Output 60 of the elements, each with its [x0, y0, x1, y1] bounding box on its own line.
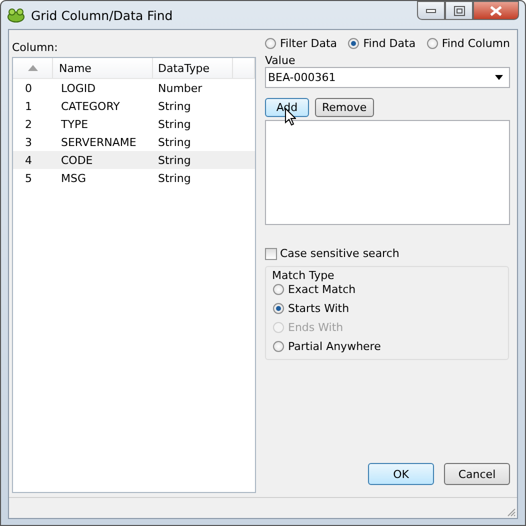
sort-up-icon: [28, 65, 38, 71]
checkbox-label: Case sensitive search: [280, 247, 400, 260]
radio-label: Exact Match: [288, 283, 356, 296]
table-cell-text: CATEGORY: [60, 100, 121, 112]
radio-label: Partial Anywhere: [288, 340, 381, 353]
row-index: 3: [24, 136, 33, 148]
table-cell-text: String: [157, 136, 191, 148]
table-row[interactable]: 0 LOGID Number: [13, 79, 255, 97]
radio-label: Find Column: [442, 37, 510, 50]
table-cell-text: String: [157, 100, 191, 112]
dropdown-arrow-icon: [495, 75, 503, 80]
mode-radio[interactable]: Find Data: [348, 37, 416, 50]
dialog-button[interactable]: Cancel: [444, 463, 510, 485]
row-index: 1: [24, 100, 33, 112]
radio-label: Filter Data: [280, 37, 338, 50]
match-type-radio[interactable]: Exact Match: [273, 283, 500, 296]
close-icon: [490, 6, 502, 16]
row-index: 0: [24, 82, 33, 94]
table-cell-text: MSG: [60, 172, 87, 184]
dialog-button[interactable]: OK: [368, 463, 434, 485]
row-index: 4: [24, 154, 33, 166]
table-cell-text: String: [157, 172, 191, 184]
table-cell-text: SERVERNAME: [60, 136, 138, 148]
group-title: Match Type: [272, 269, 336, 282]
value-combobox[interactable]: BEA-000361: [265, 67, 510, 88]
table-row[interactable]: 4 CODE String: [13, 151, 255, 169]
maximize-button[interactable]: [445, 1, 473, 20]
radio-label: Starts With: [288, 302, 350, 315]
table-cell-text: CODE: [60, 154, 94, 166]
case-sensitive-checkbox[interactable]: Case sensitive search: [265, 247, 510, 260]
table-cell-text: String: [157, 118, 191, 130]
table-cell-text: LOGID: [60, 82, 97, 94]
radio-label: Find Data: [363, 37, 416, 50]
column-header[interactable]: DataType: [153, 58, 233, 78]
row-index: 5: [24, 172, 33, 184]
frog-icon: [7, 7, 25, 23]
minimize-icon: [426, 8, 436, 12]
mode-radio[interactable]: Find Column: [426, 37, 510, 50]
mode-radio[interactable]: Filter Data: [265, 37, 338, 50]
list-button[interactable]: Remove: [315, 98, 374, 117]
maximize-icon: [454, 6, 464, 16]
value-label: Value: [265, 53, 296, 67]
column-header[interactable]: Name: [53, 58, 153, 78]
match-type-radio[interactable]: Partial Anywhere: [273, 340, 500, 353]
table-row[interactable]: 3 SERVERNAME String: [13, 133, 255, 151]
radio-label: Ends With: [288, 321, 344, 334]
minimize-button[interactable]: [417, 1, 445, 20]
resize-grip-icon: [506, 507, 516, 517]
table-cell-text: Number: [157, 82, 202, 94]
match-type-radio[interactable]: Starts With: [273, 302, 500, 315]
table-row[interactable]: 5 MSG String: [13, 169, 255, 187]
table-cell-text: TYPE: [60, 118, 90, 130]
row-index: 2: [24, 118, 33, 130]
close-button[interactable]: [473, 1, 519, 20]
table-cell-text: String: [157, 154, 191, 166]
window-title: Grid Column/Data Find: [31, 8, 173, 22]
table-row[interactable]: 2 TYPE String: [13, 115, 255, 133]
table-row[interactable]: 1 CATEGORY String: [13, 97, 255, 115]
column-label: Column:: [12, 40, 59, 56]
combo-value: BEA-000361: [268, 71, 336, 84]
